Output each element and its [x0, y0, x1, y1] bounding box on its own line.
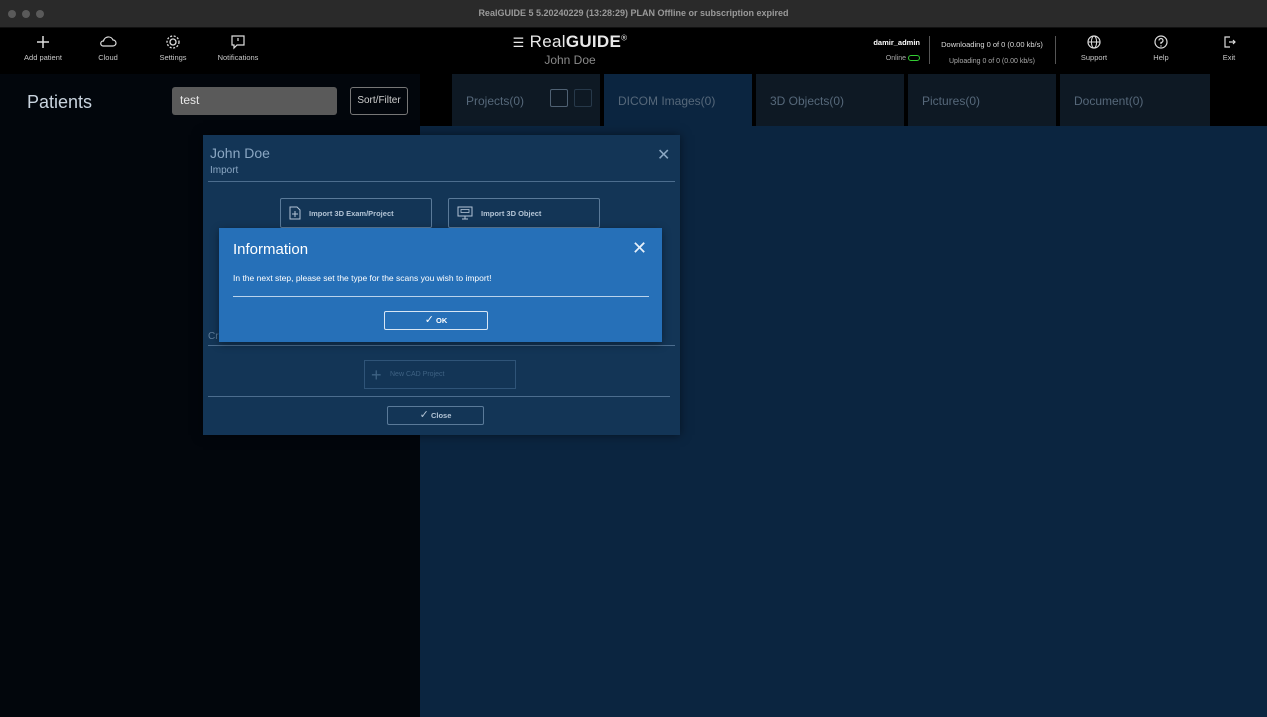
ok-label: OK — [436, 316, 448, 325]
add-patient-button[interactable]: Add patient — [8, 32, 78, 72]
divider — [1055, 36, 1056, 64]
cloud-label: Cloud — [98, 53, 118, 62]
patient-search-input[interactable]: test — [172, 87, 337, 115]
exit-icon — [1224, 36, 1236, 48]
import-3d-object-button[interactable]: Import 3D Object — [448, 198, 600, 228]
plus-icon — [37, 36, 49, 48]
tab-3d-objects-label: 3D Objects(0) — [770, 94, 845, 108]
globe-icon — [1087, 35, 1101, 49]
tab-projects-label: Projects(0) — [466, 94, 525, 108]
brand-bold: GUIDE — [565, 32, 622, 51]
tab-document[interactable]: Document(0) — [1060, 74, 1210, 126]
gear-icon — [166, 35, 180, 49]
help-button[interactable]: Help — [1126, 32, 1196, 72]
help-label: Help — [1153, 53, 1169, 62]
sort-filter-button[interactable]: Sort/Filter — [350, 87, 408, 115]
import-close-button[interactable]: ✓ Close — [387, 406, 484, 425]
divider — [233, 296, 649, 297]
tab-3d-objects[interactable]: 3D Objects(0) — [756, 74, 904, 126]
user-block: damir_admin Online — [850, 38, 920, 62]
new-cad-project-label: New CAD Project — [390, 371, 445, 378]
cloud-icon — [100, 36, 117, 47]
tab-dicom-images[interactable]: DICOM Images(0) — [604, 74, 752, 126]
settings-button[interactable]: Settings — [138, 32, 208, 72]
tab-projects[interactable]: Projects(0) — [452, 74, 600, 126]
check-icon: ✓ — [424, 314, 434, 326]
tab-pictures-label: Pictures(0) — [922, 94, 981, 108]
online-indicator-icon — [908, 55, 920, 62]
transfer-status: Downloading 0 of 0 (0.00 kb/s) Uploading… — [932, 40, 1052, 65]
ok-button[interactable]: ✓ OK — [384, 311, 488, 330]
online-status: Online — [850, 55, 920, 62]
notifications-label: Notifications — [217, 53, 259, 62]
information-modal: Information ✕ In the next step, please s… — [219, 228, 662, 342]
main-toolbar: Add patient Cloud Settings Notifications… — [0, 28, 1267, 74]
close-icon[interactable]: ✕ — [657, 145, 670, 165]
exit-label: Exit — [1222, 53, 1236, 62]
add-patient-label: Add patient — [24, 53, 62, 62]
settings-label: Settings — [159, 53, 187, 62]
information-title: Information — [233, 241, 309, 258]
divider — [208, 345, 675, 346]
window-titlebar: RealGUIDE 5 5.20240229 (13:28:29) PLAN O… — [0, 0, 1267, 28]
exit-button[interactable]: Exit — [1194, 32, 1264, 72]
import-3d-exam-button[interactable]: Import 3D Exam/Project — [280, 198, 432, 228]
check-icon: ✓ — [419, 409, 429, 421]
notifications-button[interactable]: Notifications — [203, 32, 273, 72]
content-tabs: Projects(0) DICOM Images(0) 3D Objects(0… — [420, 74, 1267, 126]
window-title: RealGUIDE 5 5.20240229 (13:28:29) PLAN O… — [478, 8, 789, 18]
patients-title: Patients — [27, 92, 93, 112]
file-add-icon — [289, 206, 301, 220]
plus-icon: + — [371, 365, 382, 385]
brand-block: ☰ RealGUIDE® John Doe — [470, 32, 670, 67]
brand-registered: ® — [621, 33, 628, 43]
notification-icon — [231, 35, 245, 50]
import-3d-exam-label: Import 3D Exam/Project — [309, 209, 394, 218]
import-3d-object-label: Import 3D Object — [481, 209, 542, 218]
brand-logo: ☰ RealGUIDE® — [470, 32, 670, 52]
download-status: Downloading 0 of 0 (0.00 kb/s) — [941, 40, 1043, 49]
current-patient-name: John Doe — [544, 53, 596, 67]
monitor-icon — [457, 206, 473, 220]
new-cad-project-button[interactable]: + New CAD Project — [364, 360, 516, 389]
upload-status: Uploading 0 of 0 (0.00 kb/s) — [949, 58, 1035, 65]
grid-view-icon[interactable] — [574, 89, 592, 107]
brand-prefix: Real — [529, 32, 566, 51]
online-label: Online — [885, 55, 906, 62]
help-icon — [1154, 35, 1168, 49]
support-label: Support — [1080, 53, 1108, 62]
import-close-label: Close — [430, 411, 452, 420]
support-button[interactable]: Support — [1059, 32, 1129, 72]
divider — [208, 181, 675, 182]
tab-pictures[interactable]: Pictures(0) — [908, 74, 1056, 126]
cloud-button[interactable]: Cloud — [73, 32, 143, 72]
create-section-label: Cr — [208, 331, 219, 342]
username: damir_admin — [873, 38, 920, 47]
list-view-icon[interactable] — [550, 89, 568, 107]
import-dialog-title: John Doe — [210, 145, 270, 161]
import-dialog-subtitle: Import — [210, 165, 239, 176]
brand-mark-icon: ☰ — [512, 35, 525, 50]
tab-document-label: Document(0) — [1074, 94, 1144, 108]
tab-dicom-images-label: DICOM Images(0) — [618, 94, 716, 108]
information-message: In the next step, please set the type fo… — [233, 273, 492, 283]
divider — [208, 396, 670, 397]
close-icon[interactable]: ✕ — [632, 238, 647, 259]
divider — [929, 36, 930, 64]
